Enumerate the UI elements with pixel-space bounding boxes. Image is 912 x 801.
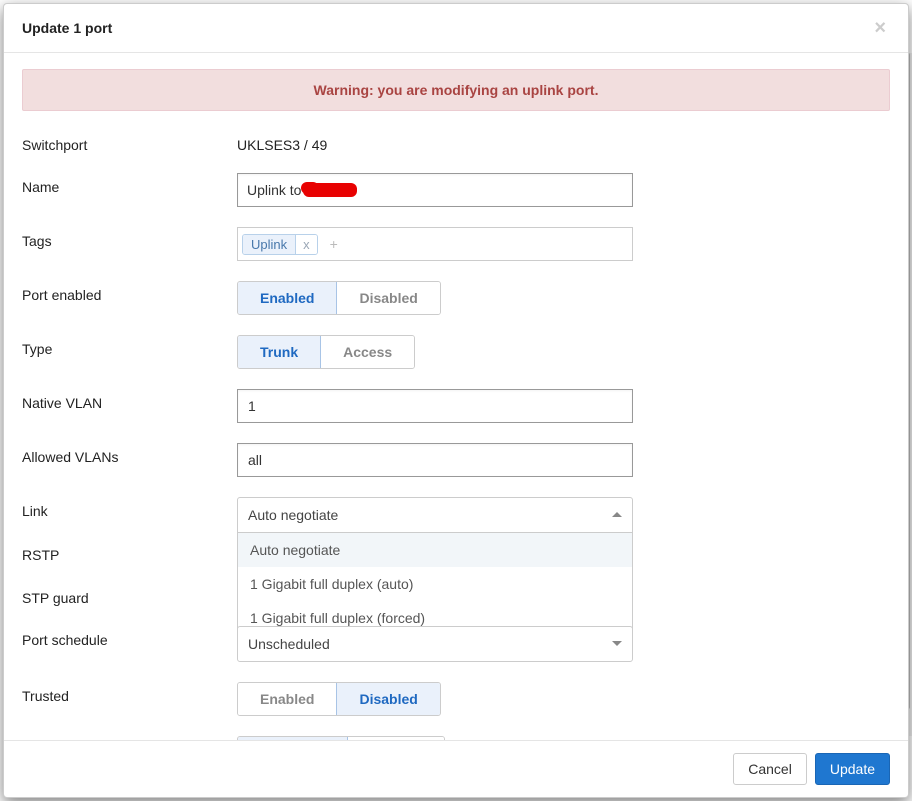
chevron-down-icon [612,641,622,646]
name-input[interactable] [237,173,633,207]
update-port-modal: Update 1 port × Warning: you are modifyi… [3,3,909,798]
port-enabled-enabled-button[interactable]: Enabled [238,282,336,314]
link-select-value: Auto negotiate [248,507,338,523]
port-schedule-label: Port schedule [22,626,237,648]
port-enabled-toggle: Enabled Disabled [237,281,441,315]
rstp-label: RSTP [22,541,237,563]
native-vlan-label: Native VLAN [22,389,237,411]
link-option[interactable]: 1 Gigabit full duplex (auto) [238,567,632,601]
name-label: Name [22,173,237,195]
uplink-warning-banner: Warning: you are modifying an uplink por… [22,69,890,111]
modal-footer: Cancel Update [4,740,908,797]
link-label: Link [22,497,237,519]
port-enabled-disabled-button[interactable]: Disabled [336,282,439,314]
link-dropdown-panel: Auto negotiate 1 Gigabit full duplex (au… [237,533,633,636]
port-schedule-value: Unscheduled [248,636,330,652]
switchport-label: Switchport [22,131,237,153]
stp-guard-label: STP guard [22,584,237,606]
type-label: Type [22,335,237,357]
port-schedule-select[interactable]: Unscheduled [237,626,633,662]
trusted-disabled-button[interactable]: Disabled [336,683,439,715]
udld-alert-only-button[interactable]: Alert only [238,737,347,740]
type-trunk-button[interactable]: Trunk [238,336,320,368]
allowed-vlans-input[interactable] [237,443,633,477]
update-button[interactable]: Update [815,753,890,785]
tag-add-icon[interactable]: + [322,236,346,252]
port-enabled-label: Port enabled [22,281,237,303]
close-icon[interactable]: × [870,18,890,38]
native-vlan-input[interactable] [237,389,633,423]
switchport-value: UKLSES3 / 49 [237,131,657,153]
tags-label: Tags [22,227,237,249]
trusted-label: Trusted [22,682,237,704]
trusted-toggle: Enabled Disabled [237,682,441,716]
type-access-button[interactable]: Access [320,336,414,368]
tag-chip: Uplink x [242,234,318,255]
udld-toggle: Alert only Enforce [237,736,445,740]
tag-remove-icon[interactable]: x [295,235,317,254]
trusted-enabled-button[interactable]: Enabled [238,683,336,715]
tags-input[interactable]: Uplink x + [237,227,633,261]
udld-enforce-button[interactable]: Enforce [347,737,444,740]
chevron-up-icon [612,512,622,517]
modal-title: Update 1 port [22,20,870,36]
cancel-button[interactable]: Cancel [733,753,807,785]
allowed-vlans-label: Allowed VLANs [22,443,237,465]
tag-label: Uplink [243,235,295,254]
type-toggle: Trunk Access [237,335,415,369]
modal-header: Update 1 port × [4,4,908,53]
link-select[interactable]: Auto negotiate [237,497,633,533]
udld-label: Unidirectional link detection (UDLD) [22,736,237,740]
link-option[interactable]: Auto negotiate [238,533,632,567]
modal-body[interactable]: Warning: you are modifying an uplink por… [4,53,908,740]
